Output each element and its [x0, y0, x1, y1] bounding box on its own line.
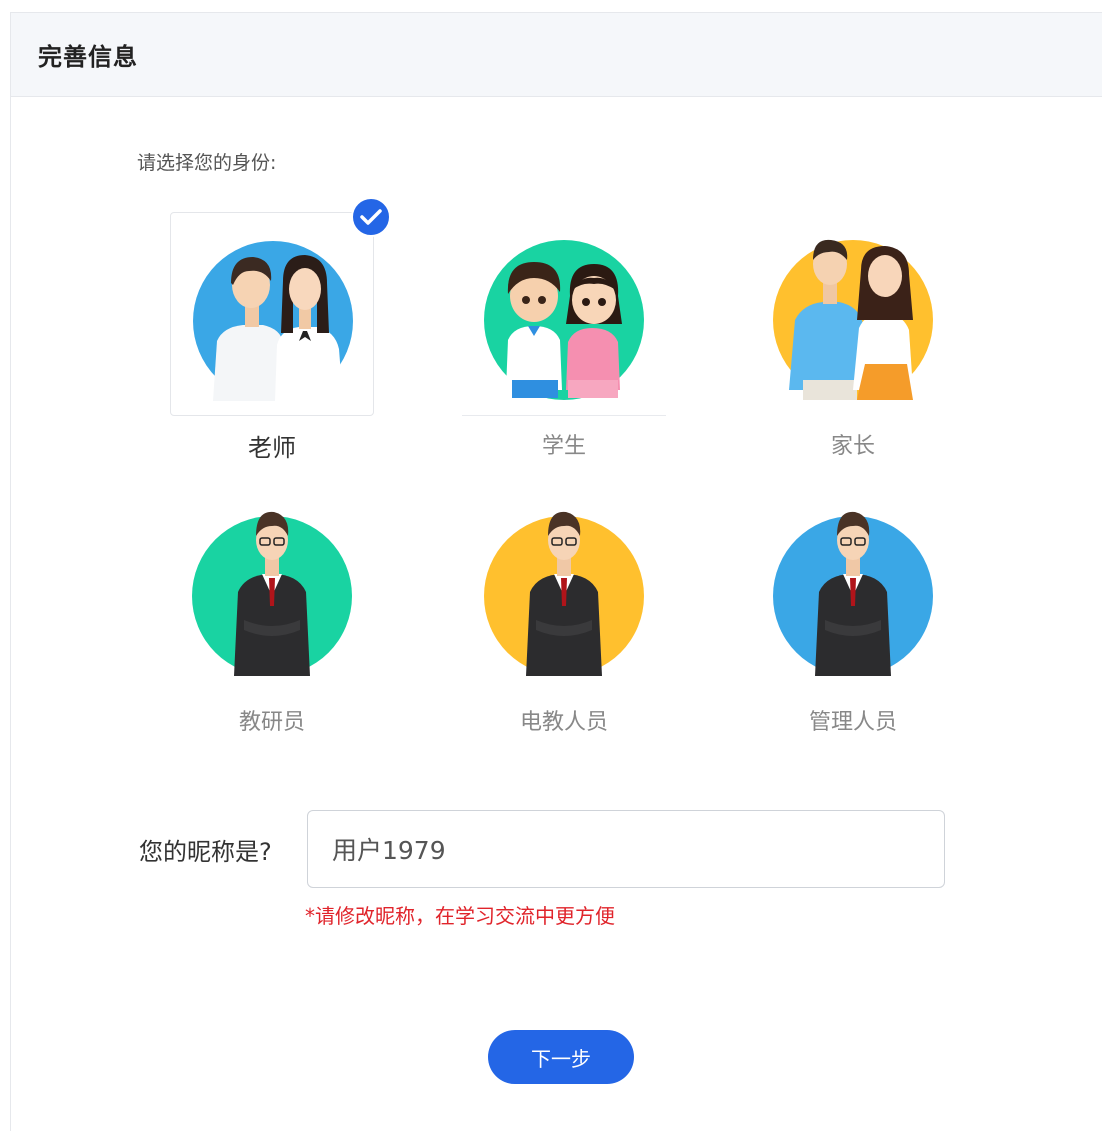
identity-prompt: 请选择您的身份:: [137, 152, 277, 174]
role-label: 老师: [248, 434, 296, 462]
av-staff-avatar: [484, 511, 644, 676]
role-teacher[interactable]: 老师: [167, 197, 391, 463]
role-label: 管理人员: [808, 710, 897, 735]
check-circle-icon: [351, 197, 391, 237]
role-card-frame: [751, 488, 955, 692]
role-label: 教研员: [238, 710, 305, 735]
nickname-input[interactable]: [307, 810, 945, 888]
panel-header: 完善信息: [11, 13, 1102, 97]
role-teaching-researcher[interactable]: 教研员: [167, 488, 377, 736]
role-card-frame: [170, 197, 391, 416]
role-av-staff[interactable]: 电教人员: [459, 488, 669, 736]
role-label: 家长: [830, 434, 875, 459]
role-student[interactable]: 学生: [459, 212, 669, 460]
next-step-button[interactable]: 下一步: [488, 1030, 634, 1084]
researcher-avatar: [192, 511, 352, 676]
nickname-label: 您的昵称是?: [139, 838, 272, 866]
role-card-frame: [462, 212, 666, 416]
admin-avatar: [773, 511, 933, 676]
role-card-frame: [170, 488, 374, 692]
role-parent[interactable]: 家长: [748, 212, 958, 460]
teacher-avatar: [193, 241, 353, 401]
student-avatar: [484, 240, 644, 400]
page-title: 完善信息: [38, 43, 138, 71]
role-card-frame: [751, 212, 955, 416]
role-card-frame: [462, 488, 666, 692]
nickname-hint: *请修改昵称，在学习交流中更方便: [305, 904, 615, 928]
role-label: 电教人员: [519, 710, 608, 735]
parent-avatar: [773, 239, 933, 400]
role-administrator[interactable]: 管理人员: [748, 488, 958, 736]
role-label: 学生: [541, 434, 586, 459]
